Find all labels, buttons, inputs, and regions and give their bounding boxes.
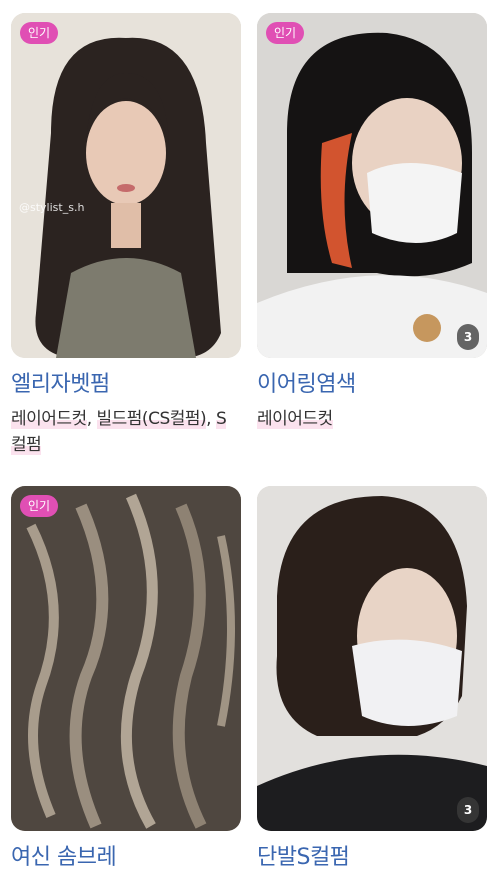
hairstyle-grid: 인기 @stylist_s.h 엘리자벳펌 레이어드컷, 빌드펌(CS컬펌), … bbox=[0, 0, 494, 875]
style-photo-image bbox=[11, 13, 241, 358]
photo-count-badge: 3 bbox=[457, 324, 479, 350]
photo-watermark: @stylist_s.h bbox=[19, 201, 85, 214]
style-card-short-s-curl-perm[interactable]: 3 단발S컬펌 bbox=[257, 486, 487, 873]
style-title[interactable]: 여신 솜브레 bbox=[11, 843, 241, 873]
tag-item[interactable]: 빌드펌(CS컬펌) bbox=[96, 409, 207, 429]
popular-badge: 인기 bbox=[20, 495, 59, 517]
style-photo-image bbox=[11, 486, 241, 831]
style-photo[interactable]: 인기 @stylist_s.h bbox=[11, 13, 241, 358]
style-card-elizabeth-perm[interactable]: 인기 @stylist_s.h 엘리자벳펌 레이어드컷, 빌드펌(CS컬펌), … bbox=[11, 13, 241, 458]
style-title[interactable]: 엘리자벳펌 bbox=[11, 370, 241, 400]
style-photo-image bbox=[257, 486, 487, 831]
tag-item[interactable]: 레이어드컷 bbox=[11, 409, 87, 429]
style-card-goddess-sombre[interactable]: 인기 여신 솜브레 bbox=[11, 486, 241, 873]
popular-badge: 인기 bbox=[266, 22, 305, 44]
style-card-earring-color[interactable]: 인기 3 이어링염색 레이어드컷 bbox=[257, 13, 487, 432]
style-photo-image bbox=[257, 13, 487, 358]
style-tags: 레이어드컷 bbox=[257, 406, 487, 432]
tag-item[interactable]: 레이어드컷 bbox=[257, 409, 333, 429]
popular-badge: 인기 bbox=[20, 22, 59, 44]
style-tags: 레이어드컷, 빌드펌(CS컬펌), S컬펌 bbox=[11, 409, 227, 455]
style-photo[interactable]: 인기 bbox=[11, 486, 241, 831]
style-title[interactable]: 이어링염색 bbox=[257, 370, 487, 400]
style-photo[interactable]: 3 bbox=[257, 486, 487, 831]
photo-count-badge: 3 bbox=[457, 797, 479, 823]
style-photo[interactable]: 인기 3 bbox=[257, 13, 487, 358]
style-title[interactable]: 단발S컬펌 bbox=[257, 843, 487, 873]
